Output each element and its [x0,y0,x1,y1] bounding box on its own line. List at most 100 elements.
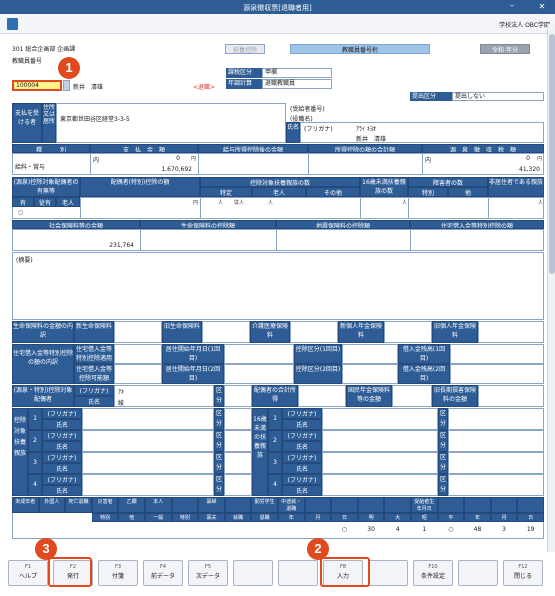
function-key-button[interactable]: F5 次データ [188,560,228,586]
submit-category-value[interactable]: 提出しない [452,92,544,101]
housing-applic-field[interactable] [114,344,162,364]
start2-field[interactable] [224,364,294,384]
family-left-kbn-field[interactable] [224,474,252,496]
family-mid-name-field[interactable] [322,452,438,474]
bottom-value[interactable]: ○ [438,526,465,533]
life-breakdown-label: 生命保険料の金額の内訳 [12,321,74,343]
employee-search-button[interactable] [63,80,70,91]
function-key-button[interactable] [278,560,318,586]
bottom-value[interactable]: 1 [411,526,438,533]
withholding-tax-amount[interactable]: 41,320 [470,166,540,173]
sub-other: その他 [306,187,360,197]
family-left-name-field[interactable] [82,474,214,496]
spouse-income-field[interactable] [298,385,346,407]
function-key-button[interactable] [233,560,273,586]
bottom-value[interactable]: 48 [464,526,491,533]
housing-possible-field[interactable] [114,364,162,384]
bottom-value[interactable]: ○ [331,526,358,533]
function-key-button[interactable]: F1 ヘルプ [8,560,48,586]
spouse-juu: 従有 [34,197,56,207]
recipient-number: (受給者番号) [290,106,325,113]
family-mid-furigana-label: (フリガナ) [282,408,322,419]
dependents-row [12,197,544,219]
payee-name-label: 氏名 [286,122,300,143]
year-calc-label: 年調計算 [226,79,262,89]
function-key-button[interactable]: F4 前データ [143,560,183,586]
bal1-field[interactable] [450,344,544,364]
bottom-subheader: 月 [304,513,332,522]
family-mid-name-field[interactable] [322,430,438,452]
kbn1-field[interactable] [342,344,398,364]
family-mid-kbn-field[interactable] [448,408,544,430]
nat-pension-field[interactable] [392,385,432,407]
address-field[interactable] [56,103,286,143]
scrollbar-thumb[interactable] [549,34,555,274]
kbn2-field[interactable] [342,364,398,384]
highlight-input-button [320,557,370,587]
bottom-header [171,497,199,513]
family-mid-name-label: 氏名 [282,441,322,452]
family-left-kbn-field[interactable] [224,452,252,474]
family-mid-name-field[interactable] [322,474,438,496]
income-row [12,153,544,175]
minimize-button[interactable]: – [505,1,519,13]
family-left-name-label: 氏名 [42,441,82,452]
family-left-name-field[interactable] [82,430,214,452]
bottom-header: 中途就・退職 [278,497,305,513]
family-left-name-label: 氏名 [42,419,82,430]
bottom-value[interactable]: 4 [384,526,411,533]
tax-inside-value: 0 [526,155,530,162]
spouse-yes: 有 [12,197,34,207]
memo-area[interactable] [12,252,544,320]
pay-yen: 円 [191,156,197,162]
document-icon[interactable] [7,18,18,30]
family-left-name-field[interactable] [82,408,214,430]
function-key-button[interactable]: F10 条件設定 [413,560,453,586]
family-left-kbn-field[interactable] [224,408,252,430]
social-insurance-amount[interactable]: 231,764 [70,242,134,249]
employee-id-input[interactable]: 100004 [12,80,62,91]
function-key-label: 閉じる [513,573,532,580]
bottom-value[interactable]: 30 [358,526,385,533]
function-key-button[interactable] [458,560,498,586]
family-mid-kbn-field[interactable] [448,452,544,474]
new-life-field[interactable] [114,321,162,343]
pay-amount[interactable]: 1,670,692 [120,166,192,173]
bal2-field[interactable] [450,364,544,384]
function-key-button[interactable]: F3 付箋 [98,560,138,586]
old-life-field[interactable] [202,321,250,343]
care-field[interactable] [290,321,338,343]
bottom-header [331,497,358,513]
function-key-button[interactable]: F12 閉じる [503,560,543,586]
bottom-value[interactable]: 3 [491,526,518,533]
family-left-kbn: 区分 [214,474,224,496]
header-spouse-deduction: 配偶者(特別)控除の額 [80,177,200,197]
old-long-field[interactable] [478,385,544,407]
teacher-no-label: 教職員番号桁 [290,44,430,54]
function-key-button[interactable] [368,560,408,586]
family-mid-kbn-field[interactable] [448,430,544,452]
new-pension-field[interactable] [384,321,432,343]
family-mid-kbn: 区分 [438,430,448,452]
vertical-scrollbar[interactable] [547,24,555,552]
family-mid-name-field[interactable] [322,408,438,430]
spouse-kbn-field[interactable] [224,385,252,407]
count-nin-5: 人 [538,200,544,206]
old-pension-field[interactable] [478,321,544,343]
family-mid-kbn-field[interactable] [448,474,544,496]
family-mid-kbn: 区分 [438,474,448,496]
faded-tab[interactable]: 扶養控除 [225,44,265,54]
header-earthquake-insurance: 地震保険料の控除額 [276,220,410,229]
family-left-kbn-field[interactable] [224,430,252,452]
function-key-code: F5 [204,564,212,570]
close-button[interactable]: ✕ [533,1,551,13]
bottom-value[interactable]: 19 [517,526,544,533]
organization-name: 学校法人 OBC学園 [499,22,550,29]
payee-name-cell [300,122,544,143]
start1-label: 居住開始年月日(1回目) [162,344,224,364]
start1-field[interactable] [224,344,294,364]
family-left-name-field[interactable] [82,452,214,474]
family-left-kbn: 区分 [214,408,224,430]
bal2-label: 借入金残高(2回目) [398,364,450,384]
family-mid-label: 16歳未満の扶養親族 [252,408,268,496]
